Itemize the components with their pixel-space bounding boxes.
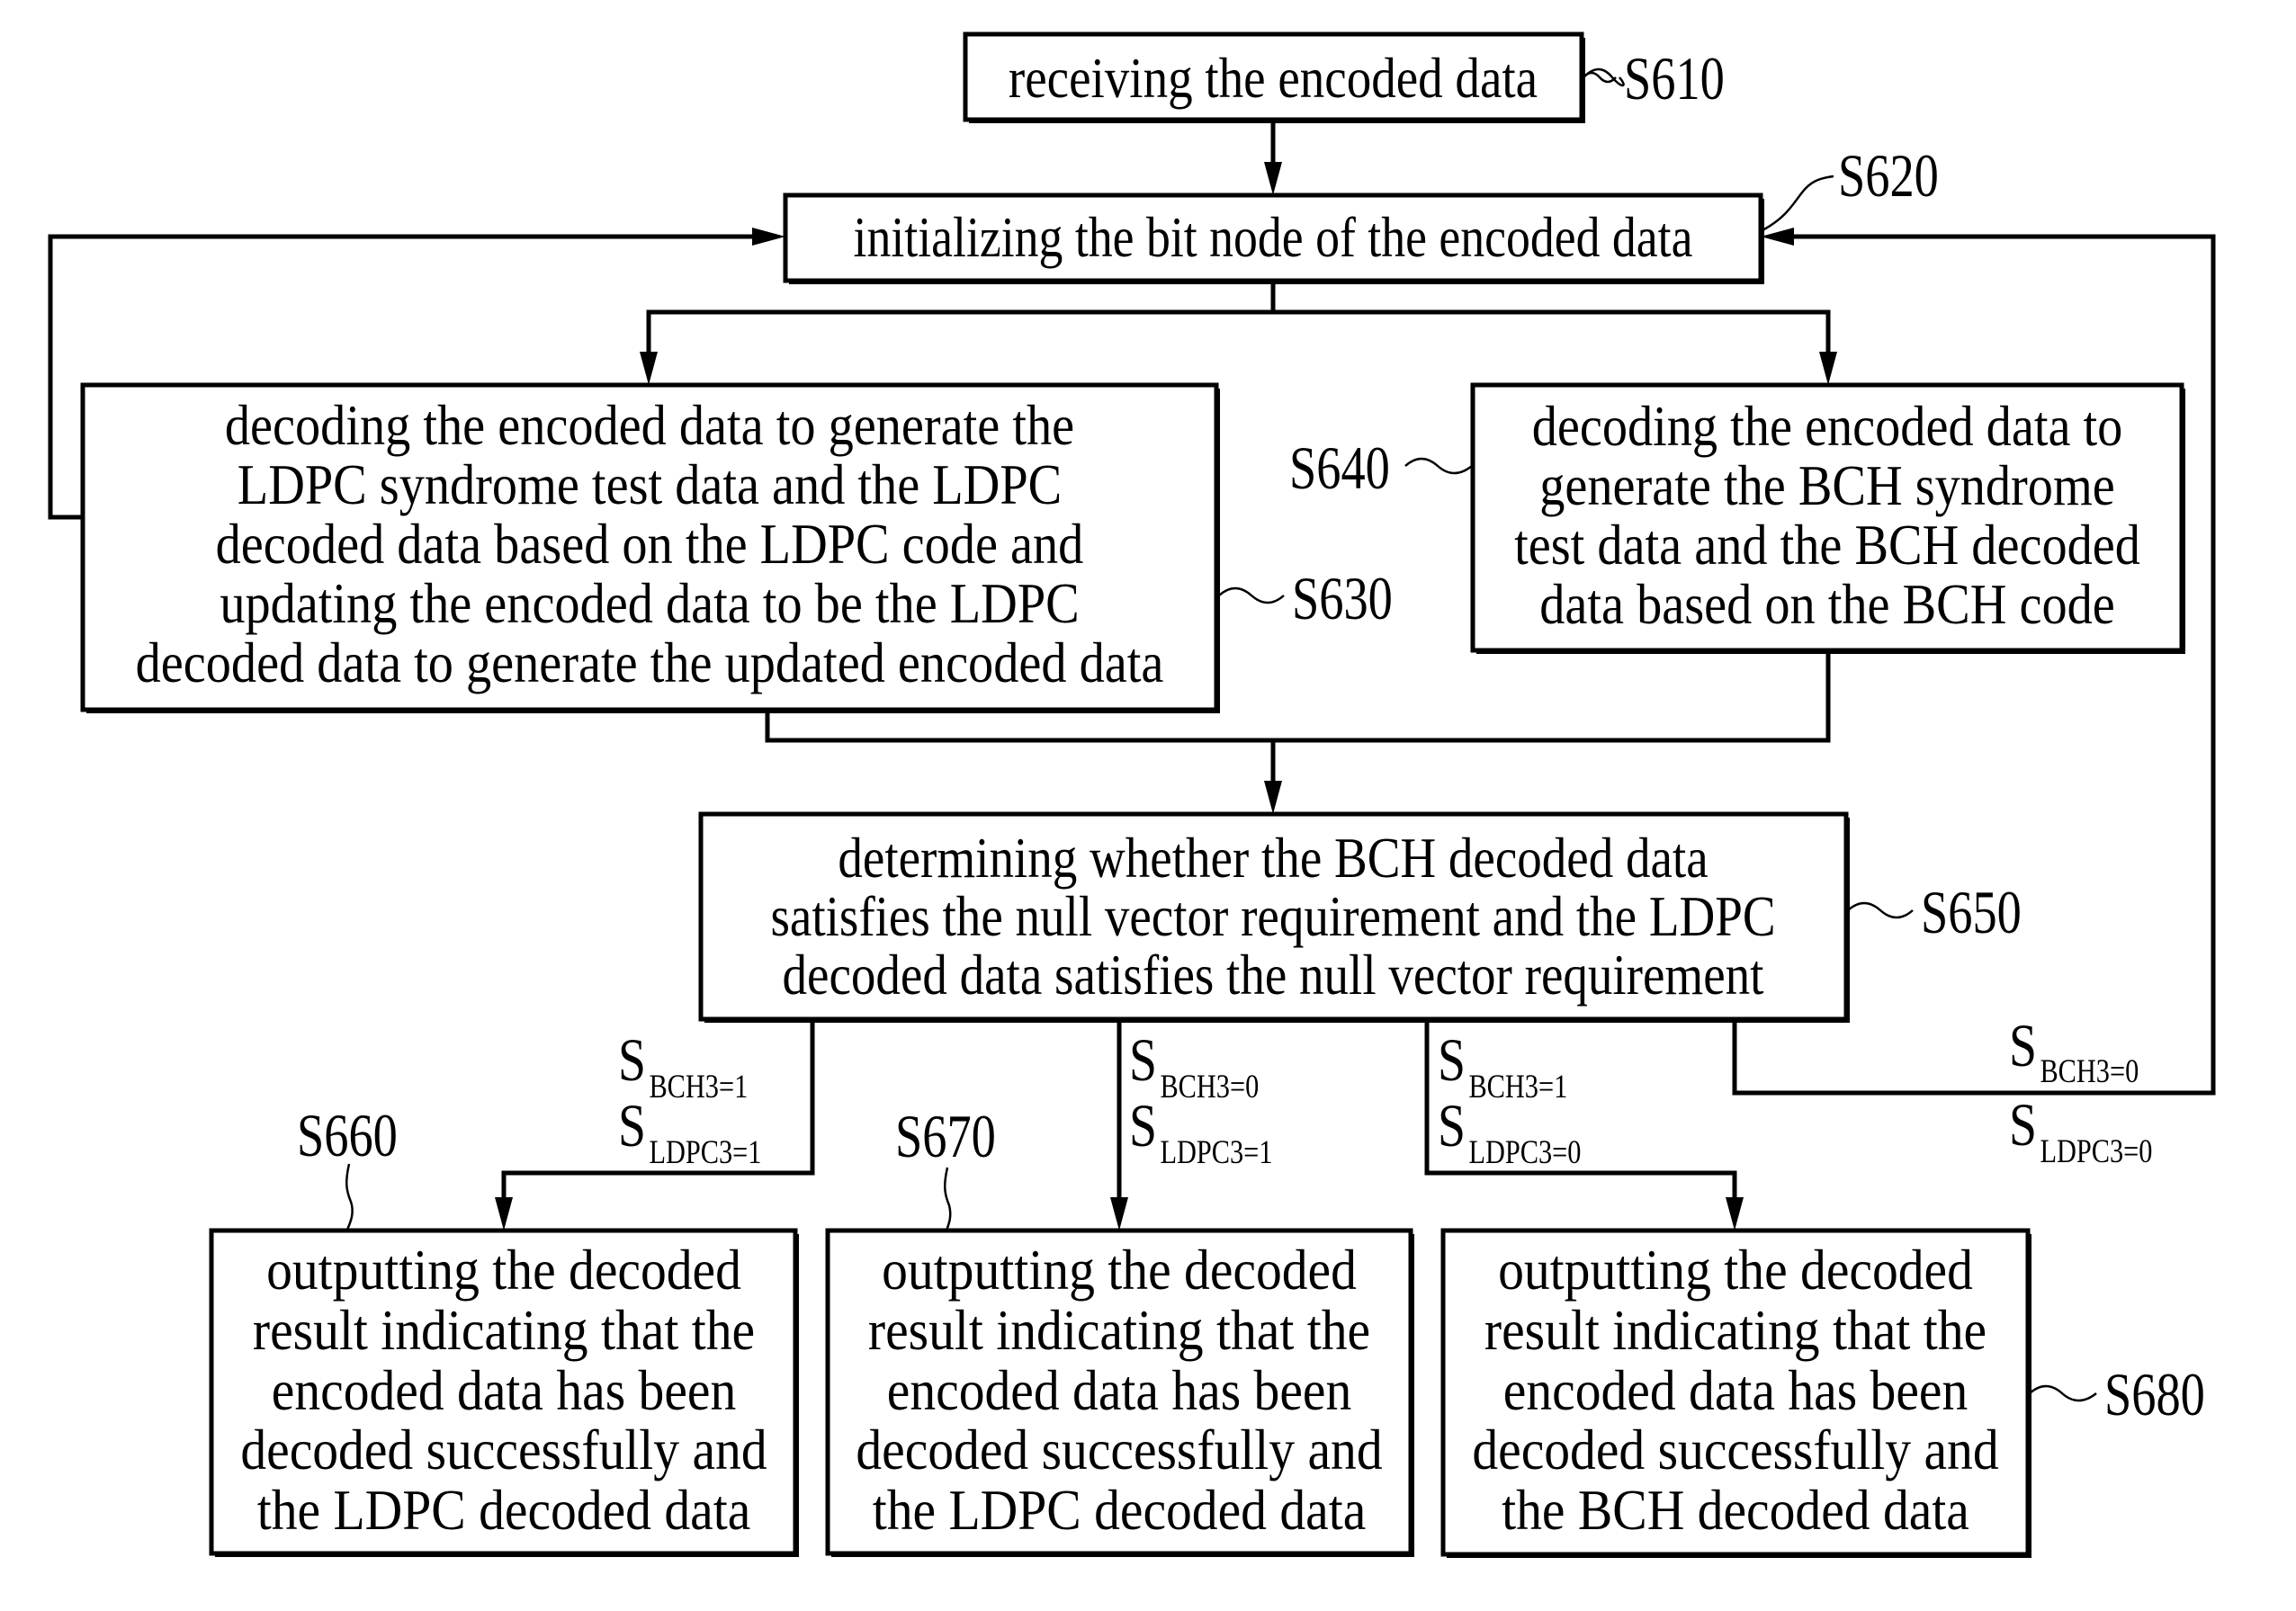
condition-symbol: S	[618, 1027, 646, 1094]
leader-tilde-icon	[1404, 457, 1473, 475]
step-box-s640[interactable]: decoding the encoded data to generate th…	[1470, 382, 2185, 654]
step-text-line: updating the encoded data to be the LDPC	[220, 572, 1079, 636]
condition-label-s660: S BCH3=1 S LDPC3=1	[618, 1027, 761, 1171]
arrowhead-right-icon	[752, 228, 785, 246]
leader-tilde-icon	[1847, 901, 1914, 919]
condition-bch: BCH3=0	[2040, 1053, 2139, 1089]
leader-tilde-icon	[1583, 67, 1625, 87]
condition-symbol: S	[1129, 1093, 1157, 1159]
step-text-line: test data and the BCH decoded	[1514, 514, 2140, 577]
step-id: S670	[895, 1103, 996, 1170]
condition-ldpc: LDPC3=1	[1160, 1134, 1272, 1170]
step-label-s660: S660	[297, 1102, 398, 1231]
step-text-line: result indicating that the	[253, 1299, 755, 1362]
step-text-line: decoded successfully and	[1472, 1419, 1998, 1481]
step-text-line: decoding the encoded data to	[1532, 395, 2123, 459]
step-text-line: decoded successfully and	[856, 1419, 1382, 1481]
step-id: S610	[1624, 45, 1725, 112]
step-id: S660	[297, 1102, 398, 1169]
condition-label-s670: S BCH3=0 S LDPC3=1	[1129, 1027, 1272, 1171]
condition-ldpc: LDPC3=0	[1468, 1134, 1581, 1170]
step-box-s660[interactable]: outputting the decoded result indicating…	[209, 1228, 799, 1557]
leader-curve-icon	[944, 1167, 952, 1231]
step-label-s670: S670	[895, 1103, 996, 1231]
leader-curve-icon	[345, 1163, 354, 1231]
step-text-line: generate the BCH syndrome	[1539, 454, 2115, 518]
step-label-s630: S630	[1218, 565, 1393, 632]
step-id: S630	[1292, 565, 1393, 632]
step-text-line: decoding the encoded data to generate th…	[225, 394, 1074, 458]
condition-bch: BCH3=0	[1160, 1069, 1259, 1105]
condition-label-s680: S BCH3=1 S LDPC3=0	[1438, 1027, 1581, 1171]
step-box-s620[interactable]: initializing the bit node of the encoded…	[783, 192, 1764, 284]
step-text-line: initializing the bit node of the encoded…	[854, 205, 1693, 269]
condition-ldpc: LDPC3=0	[2040, 1133, 2152, 1169]
condition-symbol: S	[2009, 1092, 2037, 1159]
step-text-line: outputting the decoded	[882, 1239, 1357, 1302]
condition-symbol: S	[1438, 1093, 1466, 1159]
step-label-s620: S620	[1762, 142, 1939, 232]
step-id: S640	[1289, 434, 1390, 502]
step-id: S680	[2104, 1361, 2205, 1428]
step-id: S620	[1838, 142, 1939, 210]
arrowhead-down-icon	[1264, 162, 1282, 195]
branch-to-s680	[1424, 1016, 1737, 1208]
arrowhead-down-icon	[495, 1197, 513, 1231]
step-text-line: the LDPC decoded data	[257, 1479, 751, 1542]
leader-tilde-icon	[2029, 1384, 2097, 1402]
step-text-line: LDPC syndrome test data and the LDPC	[238, 453, 1062, 517]
step-text-line: encoded data has been	[887, 1359, 1351, 1422]
step-box-s680[interactable]: outputting the decoded result indicating…	[1440, 1228, 2031, 1558]
arrowhead-down-icon	[1819, 352, 1837, 385]
step-text-line: encoded data has been	[272, 1359, 736, 1422]
step-text-line: result indicating that the	[1484, 1299, 1987, 1362]
leader-tilde-icon	[1218, 586, 1285, 604]
step-text-line: decoded data to generate the updated enc…	[136, 631, 1164, 695]
step-box-s630[interactable]: decoding the encoded data to generate th…	[80, 382, 1220, 713]
step-text-line: satisfies the null vector requirement an…	[770, 884, 1775, 948]
arrowhead-left-icon	[1761, 228, 1794, 246]
condition-ldpc: LDPC3=1	[649, 1134, 761, 1170]
condition-symbol: S	[1438, 1027, 1466, 1094]
step-label-s610: S610	[1583, 45, 1725, 112]
step-text-line: result indicating that the	[868, 1299, 1370, 1362]
condition-symbol: S	[2009, 1013, 2037, 1079]
step-text-line: encoded data has been	[1503, 1359, 1968, 1422]
step-text-line: the LDPC decoded data	[873, 1479, 1367, 1542]
step-label-s650: S650	[1847, 879, 2022, 946]
step-label-s680: S680	[2029, 1361, 2205, 1428]
leader-curve-icon	[1762, 175, 1834, 232]
branch-to-s660	[501, 1016, 815, 1208]
step-box-s670[interactable]: outputting the decoded result indicating…	[825, 1228, 1414, 1557]
step-label-s640: S640	[1289, 434, 1473, 502]
step-text-line: decoded data based on the LDPC code and	[216, 513, 1084, 577]
condition-symbol: S	[1129, 1027, 1157, 1094]
step-text-line: decoded data satisfies the null vector r…	[783, 943, 1764, 1007]
flowchart-diagram: receiving the encoded data initializing …	[48, 31, 2216, 1558]
arrowhead-down-icon	[640, 352, 658, 385]
step-id: S650	[1921, 879, 2022, 946]
step-text-line: determining whether the BCH decoded data	[838, 826, 1708, 890]
step-box-s650[interactable]: determining whether the BCH decoded data…	[698, 811, 1850, 1023]
step-text-line: data based on the BCH code	[1539, 573, 2115, 637]
step-text-line: the BCH decoded data	[1502, 1479, 1969, 1542]
arrowhead-down-icon	[1726, 1197, 1744, 1231]
step-box-s610[interactable]: receiving the encoded data	[963, 31, 1585, 123]
arrowhead-down-icon	[1264, 781, 1282, 814]
step-text-line: outputting the decoded	[266, 1239, 741, 1302]
step-text-line: receiving the encoded data	[1009, 46, 1538, 110]
condition-bch: BCH3=1	[1468, 1069, 1567, 1105]
condition-bch: BCH3=1	[649, 1069, 748, 1105]
step-text-line: outputting the decoded	[1498, 1239, 1973, 1302]
condition-symbol: S	[618, 1093, 646, 1159]
arrowhead-down-icon	[1110, 1197, 1128, 1231]
step-text-line: decoded successfully and	[240, 1419, 767, 1481]
